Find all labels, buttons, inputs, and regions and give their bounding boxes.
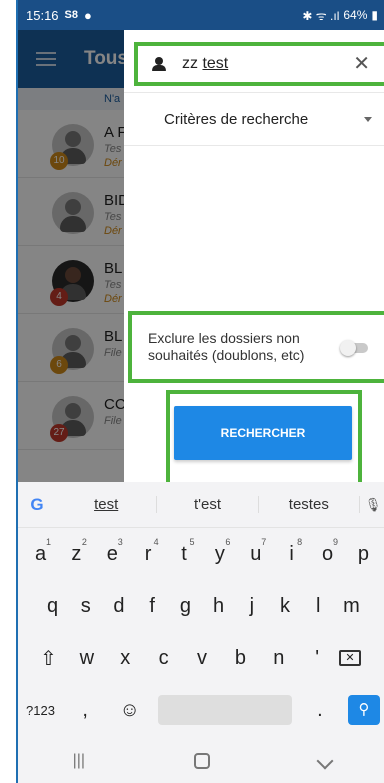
search-input-current-word: test — [202, 55, 229, 72]
shift-key-icon[interactable]: ⇧ — [32, 646, 65, 671]
key[interactable]: j — [235, 595, 268, 618]
key[interactable]: s — [69, 595, 102, 618]
key[interactable]: z2 — [60, 537, 93, 566]
exclude-duplicates-toggle[interactable] — [340, 340, 370, 356]
key[interactable]: u7 — [239, 537, 272, 566]
suggestion-item[interactable]: test — [56, 496, 158, 513]
key[interactable]: ' — [301, 647, 334, 670]
keyboard-row-4: ?123 , ☺ . ⚲ — [18, 684, 384, 736]
key[interactable]: x — [109, 647, 142, 670]
notification-icon: S8 — [64, 9, 79, 21]
system-nav-bar: ||| — [18, 739, 384, 783]
google-icon[interactable]: G — [18, 495, 56, 515]
search-panel: zz test ✕ Critères de recherche Exclure … — [124, 30, 384, 494]
backspace-icon: ✕ — [339, 650, 361, 666]
backspace-key[interactable]: ✕ — [339, 650, 372, 666]
signal-icon: ✱ ᯤ .ıl — [302, 8, 340, 23]
search-input[interactable]: zz test — [182, 55, 228, 73]
microphone-icon[interactable]: 🎙 — [360, 497, 384, 513]
chevron-down-icon — [364, 116, 372, 122]
suggestion-item[interactable]: testes — [259, 496, 360, 513]
suggestion-strip: G test t'est testes 🎙 — [18, 482, 384, 528]
home-icon[interactable] — [194, 753, 211, 769]
key[interactable]: g — [169, 595, 202, 618]
key[interactable]: h — [202, 595, 235, 618]
key[interactable]: w — [70, 647, 103, 670]
space-key[interactable] — [157, 695, 292, 725]
chat-icon: ● — [84, 7, 92, 23]
comma-key[interactable]: , — [69, 699, 102, 722]
key[interactable]: i8 — [275, 537, 308, 566]
keyboard-row-1: a1 z2 e3 r4 t5 y6 u7 i8 o9 p — [18, 528, 384, 580]
person-icon — [152, 57, 166, 71]
search-criteria-dropdown[interactable]: Critères de recherche — [124, 92, 384, 146]
phone-screen: 15:16 S8 ● ✱ ᯤ .ıl 64% ▮ Tous N'a 10 A F… — [16, 0, 384, 783]
keyboard-row-2: q s d f g h j k l m — [18, 580, 384, 632]
close-icon[interactable]: ✕ — [353, 54, 370, 74]
key[interactable]: q — [36, 595, 69, 618]
search-button[interactable]: RECHERCHER — [174, 406, 352, 460]
key[interactable]: r4 — [132, 537, 165, 566]
symbols-key[interactable]: ?123 — [24, 703, 57, 718]
exclude-duplicates-option: Exclure les dossiers non souhaités (doub… — [128, 311, 384, 383]
key[interactable]: m — [335, 595, 368, 618]
period-key[interactable]: . — [303, 699, 336, 722]
recent-apps-icon[interactable]: ||| — [73, 752, 85, 770]
key[interactable]: l — [302, 595, 335, 618]
key[interactable]: p — [347, 543, 380, 566]
key[interactable]: o9 — [311, 537, 344, 566]
battery-icon: ▮ — [371, 8, 378, 22]
on-screen-keyboard: G test t'est testes 🎙 a1 z2 e3 r4 t5 y6 … — [18, 482, 384, 739]
criteria-label: Critères de recherche — [164, 110, 309, 128]
key[interactable]: c — [147, 647, 180, 670]
suggestion-item[interactable]: t'est — [157, 496, 259, 513]
key[interactable]: f — [136, 595, 169, 618]
back-icon[interactable] — [316, 752, 334, 770]
clock: 15:16 — [26, 7, 59, 23]
key[interactable]: d — [102, 595, 135, 618]
key[interactable]: e3 — [96, 537, 129, 566]
keyboard-row-3: ⇧ w x c v b n ' ✕ — [18, 632, 384, 684]
key[interactable]: v — [186, 647, 219, 670]
battery-level: 64% — [343, 8, 368, 22]
emoji-key-icon[interactable]: ☺ — [113, 699, 146, 722]
key[interactable]: k — [269, 595, 302, 618]
search-field[interactable]: zz test ✕ — [134, 42, 384, 86]
status-bar: 15:16 S8 ● ✱ ᯤ .ıl 64% ▮ — [18, 0, 384, 30]
key[interactable]: n — [262, 647, 295, 670]
key[interactable]: a1 — [24, 537, 57, 566]
key[interactable]: b — [224, 647, 257, 670]
search-key-icon[interactable]: ⚲ — [347, 695, 380, 725]
key[interactable]: t5 — [168, 537, 201, 566]
key[interactable]: y6 — [203, 537, 236, 566]
exclude-label: Exclure les dossiers non souhaités (doub… — [148, 330, 305, 363]
